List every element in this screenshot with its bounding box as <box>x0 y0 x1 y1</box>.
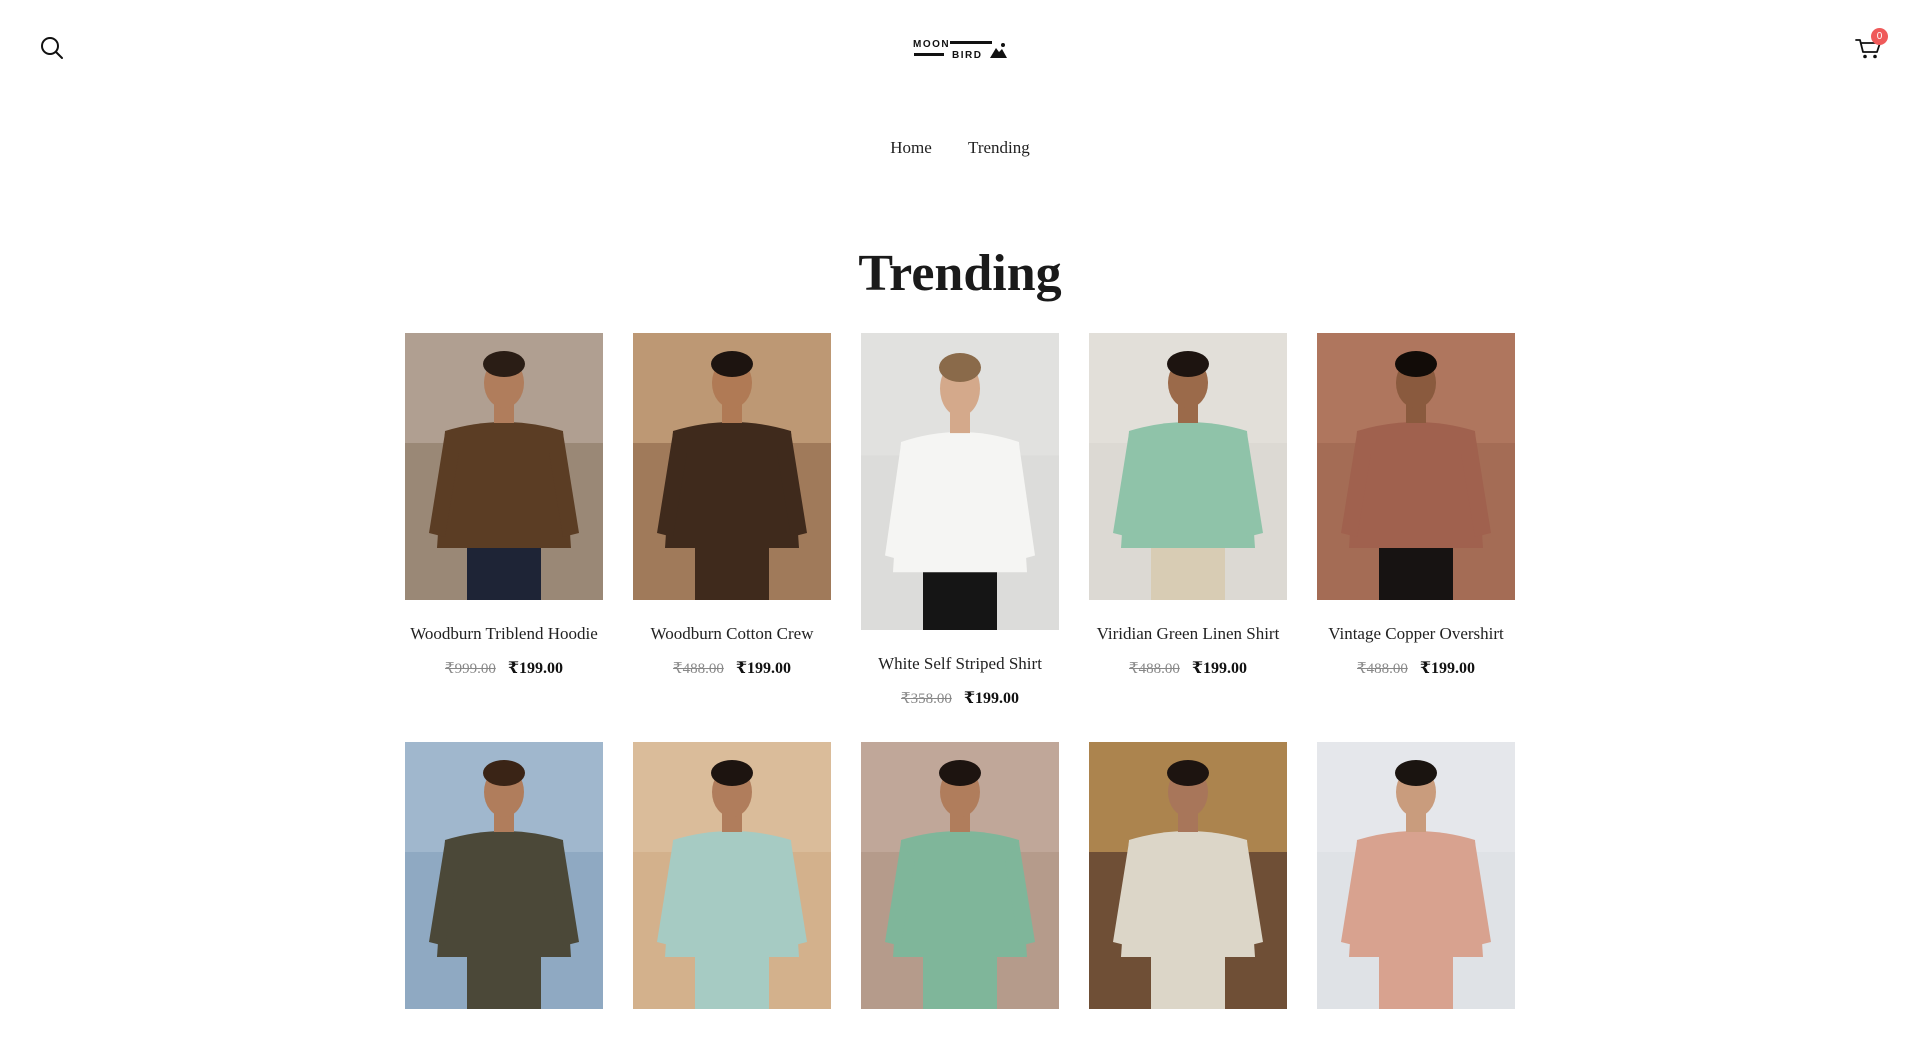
product-price: ₹488.00 ₹199.00 <box>1089 658 1287 678</box>
product-card[interactable]: White Self Striped Shirt ₹358.00 ₹199.00 <box>861 333 1059 708</box>
nav-item-home[interactable]: Home <box>890 138 932 157</box>
sale-price: ₹199.00 <box>507 660 563 677</box>
product-row: Woodburn Triblend Hoodie ₹999.00 ₹199.00… <box>405 333 1516 708</box>
product-card[interactable] <box>405 742 603 1009</box>
logo-text-bird: BIRD <box>952 50 982 61</box>
site-header: MOON BIRD 0 <box>0 0 1920 100</box>
search-icon <box>41 37 63 59</box>
product-image[interactable] <box>1317 742 1515 1009</box>
product-image[interactable] <box>405 742 603 1009</box>
nav-item-trending[interactable]: Trending <box>968 138 1030 157</box>
original-price: ₹358.00 <box>901 691 952 707</box>
product-image[interactable] <box>861 333 1059 630</box>
moonbird-logo[interactable]: MOON BIRD <box>910 36 1010 64</box>
product-name[interactable]: Woodburn Cotton Crew <box>633 624 831 644</box>
product-image[interactable] <box>1089 333 1287 600</box>
product-price: ₹488.00 ₹199.00 <box>633 658 831 678</box>
product-image[interactable] <box>861 742 1059 1009</box>
logo-text-moon: MOON <box>913 39 950 50</box>
product-card[interactable]: Woodburn Cotton Crew ₹488.00 ₹199.00 <box>633 333 831 678</box>
original-price: ₹488.00 <box>673 661 724 677</box>
product-card[interactable] <box>633 742 831 1009</box>
product-image[interactable] <box>1317 333 1515 600</box>
product-image[interactable] <box>633 742 831 1009</box>
product-card[interactable] <box>861 742 1059 1009</box>
product-price: ₹999.00 ₹199.00 <box>405 658 603 678</box>
product-card[interactable] <box>1317 742 1515 1009</box>
original-price: ₹999.00 <box>445 661 496 677</box>
product-image[interactable] <box>1089 742 1287 1009</box>
product-image[interactable] <box>405 333 603 600</box>
cart-count-badge: 0 <box>1871 28 1888 45</box>
product-name[interactable]: Woodburn Triblend Hoodie <box>405 624 603 644</box>
sale-price: ₹199.00 <box>735 660 791 677</box>
product-card[interactable]: Vintage Copper Overshirt ₹488.00 ₹199.00 <box>1317 333 1515 678</box>
product-name[interactable]: Viridian Green Linen Shirt <box>1089 624 1287 644</box>
product-image[interactable] <box>633 333 831 600</box>
product-card[interactable]: Woodburn Triblend Hoodie ₹999.00 ₹199.00 <box>405 333 603 678</box>
product-grid: Woodburn Triblend Hoodie ₹999.00 ₹199.00… <box>405 333 1516 1043</box>
page-title: Trending <box>858 245 1062 302</box>
product-name[interactable]: White Self Striped Shirt <box>861 654 1059 674</box>
product-card[interactable]: Viridian Green Linen Shirt ₹488.00 ₹199.… <box>1089 333 1287 678</box>
original-price: ₹488.00 <box>1129 661 1180 677</box>
original-price: ₹488.00 <box>1357 661 1408 677</box>
product-card[interactable] <box>1089 742 1287 1009</box>
main-nav: Home Trending <box>0 138 1920 158</box>
sale-price: ₹199.00 <box>1191 660 1247 677</box>
sale-price: ₹199.00 <box>1419 660 1475 677</box>
product-row <box>405 742 1516 1009</box>
product-price: ₹488.00 ₹199.00 <box>1317 658 1515 678</box>
product-name[interactable]: Vintage Copper Overshirt <box>1317 624 1515 644</box>
sale-price: ₹199.00 <box>963 690 1019 707</box>
mountain-logo-icon <box>990 48 1007 58</box>
search-button[interactable] <box>38 34 66 62</box>
product-price: ₹358.00 ₹199.00 <box>861 688 1059 708</box>
